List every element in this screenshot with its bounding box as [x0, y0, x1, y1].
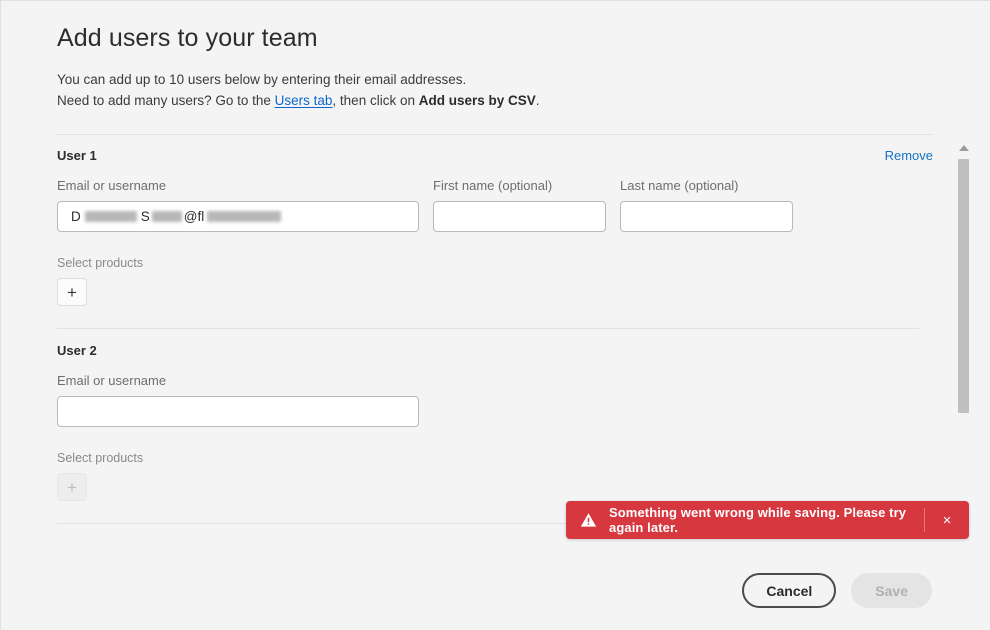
user-2-email-input[interactable] — [57, 396, 419, 427]
warning-triangle-icon — [580, 512, 597, 528]
intro-middle: , then click on — [332, 93, 418, 108]
user-1-last-name-input[interactable] — [620, 201, 793, 232]
dialog-header: Add users to your team You can add up to… — [57, 23, 937, 111]
scrollbar-thumb[interactable] — [958, 159, 969, 413]
users-tab-link[interactable]: Users tab — [275, 93, 333, 108]
user-1-first-name-label: First name (optional) — [433, 178, 606, 194]
user-2-add-product-button: + — [57, 473, 87, 501]
scroll-up-arrow-icon[interactable] — [959, 145, 969, 151]
divider-top — [57, 134, 933, 135]
user-2-email-label: Email or username — [57, 373, 419, 389]
intro-prefix: Need to add many users? Go to the — [57, 93, 275, 108]
user-1-first-name-input[interactable] — [433, 201, 606, 232]
user-1-email-label: Email or username — [57, 178, 419, 194]
user-1-last-name-label: Last name (optional) — [620, 178, 793, 194]
user-1-email-field-group: Email or username — [57, 178, 419, 232]
intro-suffix: . — [536, 93, 540, 108]
cancel-button[interactable]: Cancel — [742, 573, 836, 608]
divider-between-users — [57, 328, 919, 329]
user-2-email-field-group: Email or username — [57, 373, 419, 427]
user-1-products-label: Select products — [57, 256, 143, 270]
user-1-email-input[interactable] — [57, 201, 419, 232]
close-icon[interactable]: × — [925, 501, 969, 539]
remove-user-1-link[interactable]: Remove — [885, 148, 933, 163]
user-2-products-group: Select products + — [57, 451, 143, 501]
user-1-heading: User 1 — [57, 148, 97, 163]
user-2-products-label: Select products — [57, 451, 143, 465]
user-1-products-group: Select products + — [57, 256, 143, 306]
error-toast-message: Something went wrong while saving. Pleas… — [609, 505, 924, 535]
user-1-last-name-field-group: Last name (optional) — [620, 178, 793, 232]
user-1-add-product-button[interactable]: + — [57, 278, 87, 306]
user-1-first-name-field-group: First name (optional) — [433, 178, 606, 232]
add-users-dialog: Add users to your team You can add up to… — [0, 0, 990, 630]
users-scroll-area[interactable]: User 1 Remove Email or username DS@fl Fi… — [1, 134, 990, 523]
add-users-by-csv-text: Add users by CSV — [419, 93, 536, 108]
error-toast: Something went wrong while saving. Pleas… — [566, 501, 969, 539]
page-title: Add users to your team — [57, 23, 937, 53]
intro-line-1: You can add up to 10 users below by ente… — [57, 69, 937, 90]
intro-line-2: Need to add many users? Go to the Users … — [57, 90, 937, 111]
save-button: Save — [851, 573, 932, 608]
user-2-heading: User 2 — [57, 343, 97, 358]
vertical-scrollbar[interactable] — [958, 141, 970, 523]
dialog-footer: Cancel Save — [742, 573, 932, 608]
